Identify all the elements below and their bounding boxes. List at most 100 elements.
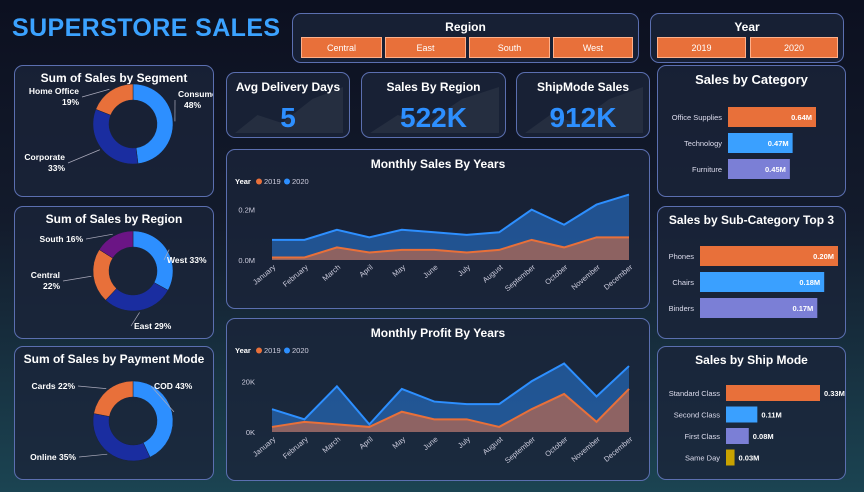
bar-category-label: Technology [684, 139, 722, 148]
segment-chart-card: Sum of Sales by Segment Consumer48%Corpo… [14, 65, 214, 197]
legend-marker-2019 [256, 347, 262, 354]
bar-category-label: Phones [669, 252, 695, 261]
legend-label-2019: 2019 [264, 177, 281, 186]
category-bar-chart: Office Supplies 0.64M Technology 0.47M Furni… [672, 107, 816, 179]
donut-leader-line [77, 385, 107, 389]
donut-label: COD 43% [154, 381, 193, 391]
dashboard-title: SUPERSTORE SALES [12, 14, 281, 42]
year-slicer: Year 2019 2020 [650, 13, 844, 63]
x-tick-label: December [602, 262, 635, 291]
region-option-east[interactable]: East [385, 37, 466, 58]
donut-slice-cards [93, 380, 134, 417]
y-tick-label: 0.2M [238, 206, 255, 215]
subcategory-chart-card: Sales by Sub-Category Top 3 Phones 0.20M C… [657, 206, 846, 339]
legend-label-2020: 2020 [292, 346, 309, 355]
year-option-2019[interactable]: 2019 [657, 37, 746, 58]
legend-marker-2020 [284, 347, 290, 354]
legend-label-2019: 2019 [264, 346, 281, 355]
region-option-south[interactable]: South [469, 37, 550, 58]
shipmode-bar-chart: Standard Class 0.33M Second Class 0.11M Firs… [669, 385, 845, 466]
bar-value-label: 0.18M [799, 278, 820, 287]
kpi-label: Avg Delivery Days [235, 80, 341, 94]
bar-category-label: Chairs [672, 278, 694, 287]
donut-percent-label: 48% [184, 100, 201, 110]
bar-same-day [726, 449, 735, 466]
bar-category-label: Second Class [674, 411, 721, 420]
x-tick-label: August [481, 434, 505, 456]
bar-value-label: 0.17M [792, 304, 813, 313]
legend-title: Year [235, 177, 251, 186]
region-chart-card: Sum of Sales by Region West 33% East 29% C… [14, 206, 214, 339]
year-option-2020[interactable]: 2020 [750, 37, 838, 58]
donut-label: Cards 22% [32, 381, 76, 391]
x-tick-label: July [456, 434, 472, 450]
x-tick-label: April [357, 434, 375, 451]
donut-percent-label: 33% [48, 163, 65, 173]
donut-leader-line [85, 233, 113, 240]
payment-donut-chart: COD 43% Online 35% Cards 22% [30, 380, 193, 462]
x-tick-label: February [281, 434, 310, 460]
region-option-west[interactable]: West [553, 37, 633, 58]
shipmode-chart-card: Sales by Ship Mode Standard Class 0.33M Se… [657, 346, 846, 480]
bar-category-label: Office Supplies [672, 113, 723, 122]
donut-leader-line [62, 275, 92, 282]
bar-standard-class [726, 385, 820, 401]
x-tick-label: June [421, 435, 439, 452]
category-chart-card: Sales by Category Office Supplies 0.64M Te… [657, 65, 846, 197]
bar-category-label: Standard Class [669, 389, 721, 398]
donut-slice-corporate [92, 108, 139, 165]
bar-value-label: 0.45M [765, 165, 786, 174]
donut-category-label: Corporate [24, 152, 65, 162]
x-tick-label: December [602, 434, 635, 463]
monthly-sales-area-chart: Year 2019 2020 0.0M 0.2M January February March… [235, 177, 635, 293]
x-tick-label: March [320, 435, 342, 455]
x-tick-label: March [320, 263, 342, 283]
kpi-value: 522K [400, 102, 467, 133]
x-tick-label: May [390, 262, 407, 278]
legend-marker-2019 [256, 178, 262, 185]
x-tick-label: July [456, 262, 472, 278]
donut-label: South 16% [40, 234, 84, 244]
x-tick-label: January [251, 434, 277, 458]
donut-label: West 33% [167, 255, 207, 265]
bar-category-label: Furniture [692, 165, 722, 174]
y-tick-label: 0.0M [238, 256, 255, 265]
region-option-central[interactable]: Central [301, 37, 382, 58]
donut-percent-label: 19% [62, 97, 79, 107]
monthly-profit-area-chart: Year 2019 2020 0K 20K January February March Apr… [235, 346, 635, 465]
donut-category-label: Home Office [29, 86, 79, 96]
legend-title: Year [235, 346, 251, 355]
y-tick-label: 0K [246, 428, 255, 437]
donut-percent-label: 22% [43, 281, 60, 291]
donut-leader-line [78, 453, 108, 458]
donut-category-label: Consumer [178, 89, 213, 99]
donut-slice-consumer [132, 83, 174, 164]
bar-category-label: Binders [669, 304, 695, 313]
kpi-shipmode-sales: ShipMode Sales 912K [516, 72, 650, 138]
x-tick-label: May [390, 434, 407, 450]
donut-category-label: Central [31, 270, 60, 280]
kpi-sales-by-region: Sales By Region 522K [361, 72, 506, 138]
x-tick-label: November [570, 434, 603, 463]
x-tick-label: January [251, 262, 277, 286]
x-tick-label: September [503, 434, 537, 465]
bar-value-label: 0.03M [739, 454, 760, 463]
donut-label: Online 35% [30, 452, 76, 462]
bar-category-label: Same Day [685, 454, 720, 463]
bar-value-label: 0.08M [753, 432, 774, 441]
donut-leader-line [67, 149, 100, 164]
monthly-sales-card: Monthly Sales By Years Year 2019 2020 0.0M 0… [226, 149, 650, 309]
year-slicer-title: Year [734, 20, 760, 34]
bar-category-label: First Class [685, 432, 721, 441]
donut-slice-home-office [95, 83, 134, 116]
bar-value-label: 0.47M [768, 139, 789, 148]
segment-donut-chart: Consumer48% Corporate33% Home Office19% [24, 83, 213, 173]
monthly-profit-card: Monthly Profit By Years Year 2019 2020 0K 20… [226, 318, 650, 481]
x-tick-label: August [481, 262, 505, 284]
payment-chart-card: Sum of Sales by Payment Mode COD 43% Onli… [14, 346, 214, 480]
kpi-label: Sales By Region [386, 80, 481, 94]
x-tick-label: February [281, 262, 310, 288]
kpi-avg-delivery-days: Avg Delivery Days 5 [226, 72, 350, 138]
bar-value-label: 0.11M [761, 411, 781, 420]
kpi-value: 912K [549, 102, 617, 133]
